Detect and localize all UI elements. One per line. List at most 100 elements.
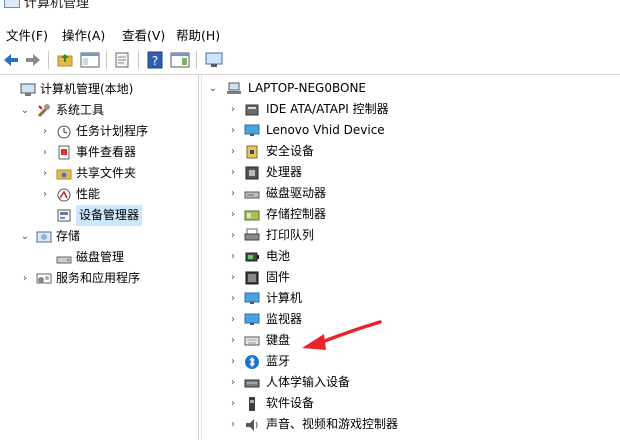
tree-item[interactable]: 设备管理器 xyxy=(0,205,198,226)
chevron-right-icon[interactable]: › xyxy=(228,372,238,393)
console-tree-icon xyxy=(80,52,100,68)
computer-management-icon xyxy=(4,0,20,8)
tree-item-label: 共享文件夹 xyxy=(76,166,137,180)
tree-item[interactable]: › 性能 xyxy=(0,184,198,205)
chevron-right-icon[interactable]: › xyxy=(228,204,238,225)
chevron-right-icon[interactable]: › xyxy=(228,246,238,267)
back-button[interactable] xyxy=(2,51,20,69)
chevron-right-icon[interactable]: › xyxy=(228,288,238,309)
device-manager-icon xyxy=(56,208,72,223)
laptop-icon xyxy=(226,81,242,96)
monitor-icon xyxy=(244,312,260,327)
tree-item[interactable]: ⌄ 系统工具 xyxy=(0,100,198,121)
device-category[interactable]: › 处理器 xyxy=(202,162,620,183)
performance-icon xyxy=(56,187,72,202)
device-category-label: 存储控制器 xyxy=(266,207,327,221)
chevron-right-icon[interactable]: › xyxy=(228,162,238,183)
chevron-right-icon[interactable]: › xyxy=(228,351,238,372)
tree-item[interactable]: 磁盘管理 xyxy=(0,247,198,268)
tree-item-label: 任务计划程序 xyxy=(76,124,149,138)
device-category[interactable]: › 固件 xyxy=(202,267,620,288)
event-viewer-icon xyxy=(56,145,72,160)
chevron-right-icon[interactable]: › xyxy=(228,330,238,351)
speaker-icon xyxy=(244,417,260,432)
menu-file[interactable]: 文件(F) xyxy=(6,25,48,44)
tree-item[interactable]: 计算机管理(本地) xyxy=(0,79,198,100)
forward-arrow-icon xyxy=(26,54,40,66)
up-one-level-button[interactable] xyxy=(56,51,74,69)
chevron-right-icon[interactable]: › xyxy=(40,142,50,163)
device-category-label: 人体学输入设备 xyxy=(266,375,351,389)
chevron-right-icon[interactable]: › xyxy=(40,184,50,205)
tree-item[interactable]: › 共享文件夹 xyxy=(0,163,198,184)
chevron-right-icon[interactable]: › xyxy=(228,414,238,435)
chevron-right-icon[interactable]: › xyxy=(20,268,30,289)
monitor-scan-icon xyxy=(205,52,223,67)
device-category[interactable]: › 声音、视频和游戏控制器 xyxy=(202,414,620,435)
tools-icon xyxy=(36,103,52,118)
help-button[interactable]: ? xyxy=(146,51,164,69)
disk-management-icon xyxy=(56,250,72,265)
menu-view[interactable]: 查看(V) xyxy=(122,25,165,44)
chevron-right-icon[interactable]: › xyxy=(40,121,50,142)
keyboard-icon xyxy=(244,333,260,348)
device-category[interactable]: › 人体学输入设备 xyxy=(202,372,620,393)
device-category-label: IDE ATA/ATAPI 控制器 xyxy=(266,102,389,116)
tree-item[interactable]: › 事件查看器 xyxy=(0,142,198,163)
show-action-pane-button[interactable] xyxy=(170,51,190,69)
tree-item-label: 设备管理器 xyxy=(76,205,143,226)
services-icon xyxy=(36,271,52,286)
tree-item-label: 系统工具 xyxy=(56,103,105,117)
chevron-right-icon[interactable]: › xyxy=(40,163,50,184)
chevron-right-icon[interactable]: › xyxy=(228,183,238,204)
chevron-right-icon[interactable]: › xyxy=(228,120,238,141)
device-category-label: 监视器 xyxy=(266,312,303,326)
properties-icon xyxy=(115,52,129,68)
device-category-label: 电池 xyxy=(266,249,291,263)
device-category[interactable]: › 键盘 xyxy=(202,330,620,351)
device-category[interactable]: › 软件设备 xyxy=(202,393,620,414)
chevron-right-icon[interactable]: › xyxy=(228,267,238,288)
device-category[interactable]: › 磁盘驱动器 xyxy=(202,183,620,204)
tree-item[interactable]: › 任务计划程序 xyxy=(0,121,198,142)
device-category[interactable]: › 蓝牙 xyxy=(202,351,620,372)
chevron-right-icon[interactable]: › xyxy=(228,393,238,414)
chevron-right-icon[interactable]: › xyxy=(228,225,238,246)
chevron-down-icon[interactable]: ⌄ xyxy=(208,78,218,99)
device-root[interactable]: ⌄ LAPTOP-NEG0BONE xyxy=(208,78,608,99)
console-tree[interactable]: 计算机管理(本地) ⌄ 系统工具 › 任务计划程序 › 事件查看器 › 共享文件夹 › 性能 设备管理… xyxy=(0,75,199,440)
scan-hardware-button[interactable] xyxy=(204,51,224,69)
chevron-right-icon[interactable]: › xyxy=(228,309,238,330)
help-icon: ? xyxy=(147,51,163,69)
chevron-down-icon[interactable]: ⌄ xyxy=(20,100,30,121)
device-category[interactable]: › 存储控制器 xyxy=(202,204,620,225)
properties-button[interactable] xyxy=(113,51,131,69)
device-category-label: 计算机 xyxy=(266,291,303,305)
storage-controller-icon xyxy=(244,207,260,222)
printer-icon xyxy=(244,228,260,243)
show-hide-tree-button[interactable] xyxy=(80,51,100,69)
chevron-right-icon[interactable]: › xyxy=(228,99,238,120)
security-device-icon xyxy=(244,144,260,159)
folder-up-icon xyxy=(57,54,73,67)
device-category[interactable]: › Lenovo Vhid Device xyxy=(202,120,620,141)
device-category[interactable]: › 安全设备 xyxy=(202,141,620,162)
ide-controller-icon xyxy=(244,102,260,117)
device-category-label: 安全设备 xyxy=(266,144,315,158)
device-category[interactable]: › 监视器 xyxy=(202,309,620,330)
device-tree[interactable]: ⌄ LAPTOP-NEG0BONE › IDE ATA/ATAPI 控制器 › Len… xyxy=(201,75,620,440)
device-category[interactable]: › 计算机 xyxy=(202,288,620,309)
menu-help[interactable]: 帮助(H) xyxy=(176,25,220,44)
tree-item[interactable]: ⌄ 存储 xyxy=(0,226,198,247)
toolbar: ? xyxy=(0,46,620,75)
device-category[interactable]: › IDE ATA/ATAPI 控制器 xyxy=(202,99,620,120)
processor-icon xyxy=(244,165,260,180)
window-title: 计算机管理 xyxy=(24,0,90,11)
menu-action[interactable]: 操作(A) xyxy=(62,25,105,44)
tree-item[interactable]: › 服务和应用程序 xyxy=(0,268,198,289)
chevron-down-icon[interactable]: ⌄ xyxy=(20,226,30,247)
device-category[interactable]: › 电池 xyxy=(202,246,620,267)
device-category[interactable]: › 打印队列 xyxy=(202,225,620,246)
forward-button[interactable] xyxy=(24,51,42,69)
chevron-right-icon[interactable]: › xyxy=(228,141,238,162)
